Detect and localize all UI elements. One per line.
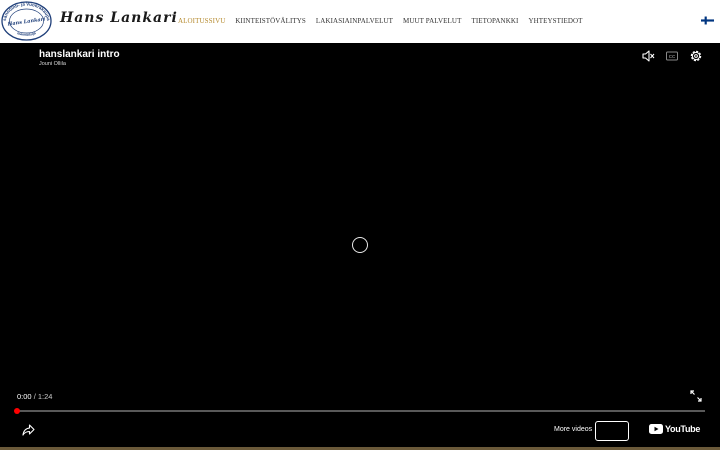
duration: 1:24 (37, 392, 53, 401)
fullscreen-icon[interactable] (690, 390, 702, 402)
more-videos-label[interactable]: More videos (554, 426, 592, 433)
nav-item-kiinteistovalitys[interactable]: Kiinteistövälitys (235, 17, 306, 25)
logo-seal[interactable]: Isännöinti- ja Vuokrakaupat Hans Lankari… (1, 1, 52, 41)
mute-icon[interactable] (641, 49, 655, 63)
share-icon[interactable] (22, 424, 35, 436)
video-channel[interactable]: Jouni Ollila (39, 61, 66, 67)
progress-bar[interactable] (14, 408, 705, 414)
settings-icon[interactable] (689, 49, 703, 63)
youtube-logo[interactable]: YouTube (649, 424, 700, 434)
logo-text[interactable]: Hans Lankari (60, 10, 178, 26)
site-header: Isännöinti- ja Vuokrakaupat Hans Lankari… (0, 0, 720, 43)
finland-flag-icon[interactable] (701, 16, 714, 25)
nav-item-yhteystiedot[interactable]: Yhteystiedot (528, 17, 582, 25)
more-videos-button[interactable] (595, 421, 629, 441)
time-display: 0:00 / 1:24 (17, 392, 52, 401)
nav-item-lakiasiainpalvelut[interactable]: Lakiasiainpalvelut (316, 17, 393, 25)
loading-spinner-icon (352, 237, 368, 253)
video-title[interactable]: hanslankari intro (39, 49, 120, 60)
nav-item-muut-palvelut[interactable]: Muut palvelut (403, 17, 461, 25)
video-player[interactable]: hanslankari intro Jouni Ollila CC 0:00 /… (0, 43, 720, 447)
youtube-wordmark: YouTube (665, 424, 701, 434)
captions-icon[interactable]: CC (665, 49, 679, 63)
nav-item-tietopankki[interactable]: Tietopankki (471, 17, 518, 25)
main-nav: Aloitussivu Kiinteistövälitys Lakiasiain… (178, 17, 593, 25)
svg-text:CC: CC (669, 54, 676, 59)
progress-scrubber[interactable] (14, 408, 20, 414)
nav-item-aloitussivu[interactable]: Aloitussivu (178, 17, 225, 25)
current-time: 0:00 (17, 392, 32, 401)
youtube-logo-icon (649, 424, 663, 434)
